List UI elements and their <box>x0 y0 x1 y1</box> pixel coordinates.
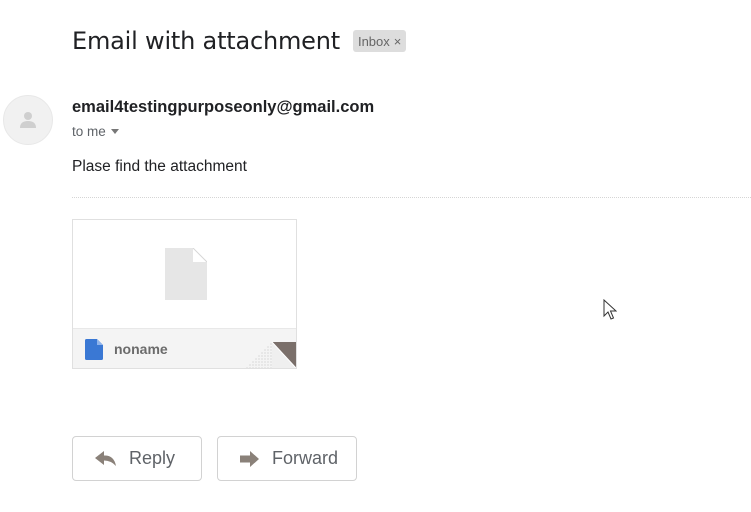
forward-button[interactable]: Forward <box>217 436 357 481</box>
forward-label: Forward <box>272 448 339 468</box>
blue-document-icon <box>85 339 103 360</box>
corner-fold-icon <box>246 341 296 368</box>
recipient-row[interactable]: to me <box>72 124 119 139</box>
email-body: Plase find the attachment <box>72 158 247 175</box>
forward-arrow-icon <box>240 450 260 467</box>
show-details-dropdown-icon[interactable] <box>110 129 119 134</box>
remove-label-icon[interactable]: × <box>394 34 402 49</box>
inbox-label-chip[interactable]: Inbox × <box>352 30 407 52</box>
reply-button[interactable]: Reply <box>72 436 202 481</box>
attachment-divider <box>72 197 751 198</box>
email-subject: Email with attachment <box>72 27 340 55</box>
generic-file-icon <box>165 248 207 300</box>
attachment-preview[interactable] <box>73 220 296 328</box>
sender-avatar[interactable] <box>3 95 53 145</box>
reply-label: Reply <box>129 448 176 468</box>
default-person-icon <box>20 112 36 128</box>
subject-row: Email with attachment Inbox × <box>72 27 407 55</box>
attachment-filename: noname <box>114 341 168 357</box>
sender-email[interactable]: email4testingpurposeonly@gmail.com <box>72 98 374 117</box>
mouse-pointer-icon <box>603 299 617 320</box>
reply-arrow-icon <box>95 450 117 467</box>
recipient-text: to me <box>72 124 106 139</box>
attachment-card[interactable]: noname <box>72 219 297 369</box>
inbox-label-text: Inbox <box>357 33 390 49</box>
attachment-footer[interactable]: noname <box>73 328 296 368</box>
